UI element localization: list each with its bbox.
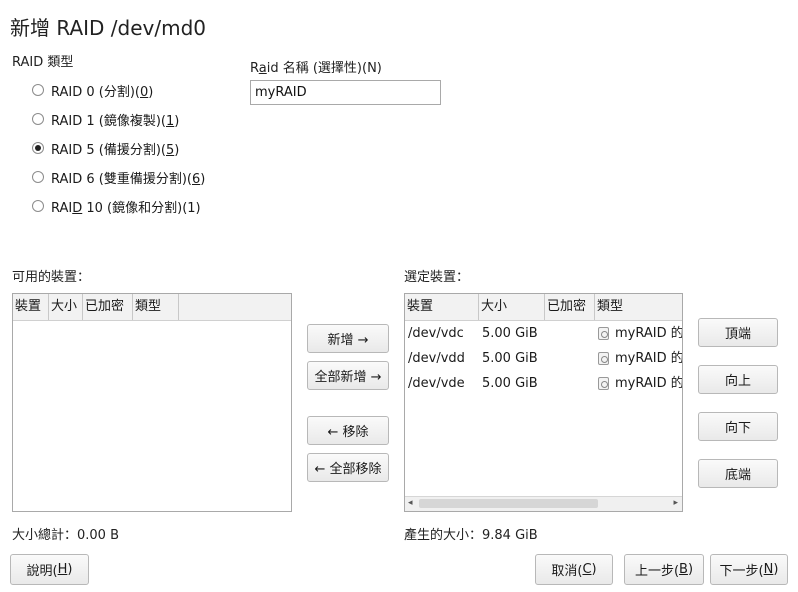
table-row[interactable]: /dev/vdd 5.00 GiB myRAID 的 <box>405 346 682 371</box>
help-button[interactable]: 說明(H) <box>10 554 89 585</box>
radio-raid5[interactable]: RAID 5 (備援分割)(5) <box>32 138 179 158</box>
column-header-size[interactable]: 大小 <box>479 294 545 320</box>
horizontal-scrollbar[interactable]: ◂ ▸ <box>405 496 682 511</box>
next-button[interactable]: 下一步(N) <box>710 554 788 585</box>
column-header-type[interactable]: 類型 <box>595 294 682 320</box>
cell-device: /dev/vdd <box>408 351 465 366</box>
raid-name-input[interactable] <box>250 80 441 105</box>
cell-device: /dev/vde <box>408 376 465 391</box>
column-header-device[interactable]: 裝置 <box>13 294 49 320</box>
radio-raid0[interactable]: RAID 0 (分割)(0) <box>32 80 153 100</box>
raid-type-label: RAID 類型 <box>12 55 74 70</box>
radio-raid5-label: RAID 5 (備援分割)(5) <box>51 142 180 158</box>
raid-member-icon <box>598 327 609 340</box>
column-header-type[interactable]: 類型 <box>133 294 179 320</box>
cell-size: 5.00 GiB <box>482 351 538 366</box>
dialog-title: 新增 RAID /dev/md0 <box>10 16 206 40</box>
cell-size: 5.00 GiB <box>482 376 538 391</box>
radio-raid1-label: RAID 1 (鏡像複製)(1) <box>51 113 180 129</box>
radio-raid6-label: RAID 6 (雙重備援分割)(6) <box>51 171 206 187</box>
raid-member-icon <box>598 352 609 365</box>
back-button[interactable]: 上一步(B) <box>624 554 704 585</box>
radio-button-icon[interactable] <box>32 84 44 96</box>
available-total-size: 大小總計：0.00 B <box>12 528 119 543</box>
add-all-button[interactable]: 全部新增 → <box>307 361 389 390</box>
move-bottom-button[interactable]: 底端 <box>698 459 778 488</box>
radio-button-icon[interactable] <box>32 171 44 183</box>
column-header-size[interactable]: 大小 <box>49 294 83 320</box>
radio-raid1[interactable]: RAID 1 (鏡像複製)(1) <box>32 109 179 129</box>
remove-all-button[interactable]: ← 全部移除 <box>307 453 389 482</box>
raid-name-label: Raid 名稱 (選擇性)(N) <box>250 61 382 76</box>
remove-button[interactable]: ← 移除 <box>307 416 389 445</box>
move-down-button[interactable]: 向下 <box>698 412 778 441</box>
table-row[interactable]: /dev/vdc 5.00 GiB myRAID 的 <box>405 321 682 346</box>
resulting-size: 產生的大小：9.84 GiB <box>404 528 538 543</box>
radio-button-icon[interactable] <box>32 200 44 212</box>
selected-devices-label: 選定裝置： <box>404 270 470 285</box>
radio-raid10[interactable]: RAID 10 (鏡像和分割)(1) <box>32 196 201 216</box>
cell-type: myRAID 的 <box>598 371 682 396</box>
table-header: 裝置 大小 已加密 類型 <box>405 294 682 321</box>
available-devices-table[interactable]: 裝置 大小 已加密 類型 <box>12 293 292 512</box>
add-button[interactable]: 新增 → <box>307 324 389 353</box>
column-header-encrypted[interactable]: 已加密 <box>83 294 133 320</box>
scrollbar-thumb[interactable] <box>419 499 598 508</box>
radio-raid6[interactable]: RAID 6 (雙重備援分割)(6) <box>32 167 205 187</box>
cell-size: 5.00 GiB <box>482 326 538 341</box>
radio-button-selected-icon[interactable] <box>32 142 44 154</box>
raid-member-icon <box>598 377 609 390</box>
radio-raid0-label: RAID 0 (分割)(0) <box>51 84 154 100</box>
move-top-button[interactable]: 頂端 <box>698 318 778 347</box>
cell-device: /dev/vdc <box>408 326 464 341</box>
column-header-device[interactable]: 裝置 <box>405 294 479 320</box>
table-header: 裝置 大小 已加密 類型 <box>13 294 291 321</box>
cancel-button[interactable]: 取消(C) <box>535 554 613 585</box>
selected-devices-table[interactable]: 裝置 大小 已加密 類型 /dev/vdc 5.00 GiB myRAID 的 … <box>404 293 683 512</box>
available-devices-label: 可用的裝置： <box>12 270 91 285</box>
move-up-button[interactable]: 向上 <box>698 365 778 394</box>
scroll-right-arrow-icon[interactable]: ▸ <box>673 498 678 508</box>
column-header-encrypted[interactable]: 已加密 <box>545 294 595 320</box>
cell-type: myRAID 的 <box>598 321 682 346</box>
table-row[interactable]: /dev/vde 5.00 GiB myRAID 的 <box>405 371 682 396</box>
scroll-left-arrow-icon[interactable]: ◂ <box>408 498 413 508</box>
cell-type: myRAID 的 <box>598 346 682 371</box>
radio-button-icon[interactable] <box>32 113 44 125</box>
radio-raid10-label: RAID 10 (鏡像和分割)(1) <box>51 200 201 216</box>
